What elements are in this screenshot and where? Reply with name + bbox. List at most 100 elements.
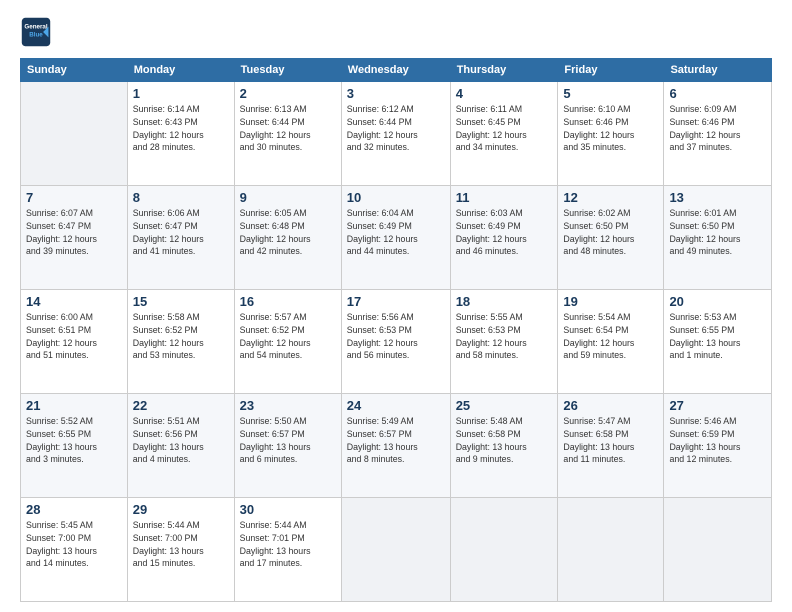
calendar-week-row: 14 Sunrise: 6:00 AM Sunset: 6:51 PM Dayli… <box>21 290 772 394</box>
calendar-cell: 11Sunrise: 6:03 AM Sunset: 6:49 PM Dayli… <box>450 186 558 290</box>
calendar-cell: 16 Sunrise: 5:57 AM Sunset: 6:52 PM Dayli… <box>234 290 341 394</box>
day-info: Sunrise: 5:46 AM Sunset: 6:59 PM Dayligh… <box>669 415 766 466</box>
svg-text:General: General <box>24 23 47 30</box>
day-number: 22 <box>133 398 229 413</box>
calendar-cell <box>450 498 558 602</box>
calendar-cell: 2 Sunrise: 6:13 AM Sunset: 6:44 PM Daylig… <box>234 82 341 186</box>
day-info: Sunrise: 5:45 AM Sunset: 7:00 PM Dayligh… <box>26 519 122 570</box>
day-info: Sunrise: 6:10 AM Sunset: 6:46 PM Dayligh… <box>563 103 658 154</box>
logo: General Blue <box>20 16 56 48</box>
calendar-cell: 9 Sunrise: 6:05 AM Sunset: 6:48 PM Daylig… <box>234 186 341 290</box>
day-info: Sunrise: 5:57 AM Sunset: 6:52 PM Dayligh… <box>240 311 336 362</box>
day-info: Sunrise: 6:06 AM Sunset: 6:47 PM Dayligh… <box>133 207 229 258</box>
calendar-cell: 14 Sunrise: 6:00 AM Sunset: 6:51 PM Dayli… <box>21 290 128 394</box>
day-number: 20 <box>669 294 766 309</box>
day-number: 2 <box>240 86 336 101</box>
day-number: 17 <box>347 294 445 309</box>
calendar-cell <box>664 498 772 602</box>
calendar-cell: 27 Sunrise: 5:46 AM Sunset: 6:59 PM Dayli… <box>664 394 772 498</box>
weekday-header: Saturday <box>664 59 772 82</box>
day-number: 7 <box>26 190 122 205</box>
calendar-cell: 15 Sunrise: 5:58 AM Sunset: 6:52 PM Dayli… <box>127 290 234 394</box>
day-info: Sunrise: 6:09 AM Sunset: 6:46 PM Dayligh… <box>669 103 766 154</box>
day-info: Sunrise: 6:12 AM Sunset: 6:44 PM Dayligh… <box>347 103 445 154</box>
day-number: 9 <box>240 190 336 205</box>
day-info: Sunrise: 6:11 AM Sunset: 6:45 PM Dayligh… <box>456 103 553 154</box>
calendar-cell: 1 Sunrise: 6:14 AM Sunset: 6:43 PM Daylig… <box>127 82 234 186</box>
day-number: 14 <box>26 294 122 309</box>
logo-icon: General Blue <box>20 16 52 48</box>
day-number: 24 <box>347 398 445 413</box>
day-info: Sunrise: 5:53 AM Sunset: 6:55 PM Dayligh… <box>669 311 766 362</box>
day-number: 26 <box>563 398 658 413</box>
day-info: Sunrise: 5:48 AM Sunset: 6:58 PM Dayligh… <box>456 415 553 466</box>
weekday-header: Friday <box>558 59 664 82</box>
calendar-cell: 3 Sunrise: 6:12 AM Sunset: 6:44 PM Daylig… <box>341 82 450 186</box>
day-number: 1 <box>133 86 229 101</box>
calendar-cell: 6 Sunrise: 6:09 AM Sunset: 6:46 PM Daylig… <box>664 82 772 186</box>
day-info: Sunrise: 6:03 AM Sunset: 6:49 PM Dayligh… <box>456 207 553 258</box>
day-info: Sunrise: 6:04 AM Sunset: 6:49 PM Dayligh… <box>347 207 445 258</box>
day-number: 29 <box>133 502 229 517</box>
svg-text:Blue: Blue <box>29 31 43 38</box>
day-number: 8 <box>133 190 229 205</box>
header: General Blue <box>20 16 772 48</box>
calendar-cell: 4 Sunrise: 6:11 AM Sunset: 6:45 PM Daylig… <box>450 82 558 186</box>
day-number: 4 <box>456 86 553 101</box>
day-number: 18 <box>456 294 553 309</box>
day-info: Sunrise: 5:49 AM Sunset: 6:57 PM Dayligh… <box>347 415 445 466</box>
day-info: Sunrise: 6:13 AM Sunset: 6:44 PM Dayligh… <box>240 103 336 154</box>
calendar-page: General Blue SundayMondayTuesdayWednesda… <box>0 0 792 612</box>
day-info: Sunrise: 5:50 AM Sunset: 6:57 PM Dayligh… <box>240 415 336 466</box>
day-info: Sunrise: 5:55 AM Sunset: 6:53 PM Dayligh… <box>456 311 553 362</box>
day-number: 21 <box>26 398 122 413</box>
calendar-week-row: 28 Sunrise: 5:45 AM Sunset: 7:00 PM Dayli… <box>21 498 772 602</box>
day-info: Sunrise: 6:05 AM Sunset: 6:48 PM Dayligh… <box>240 207 336 258</box>
weekday-header: Thursday <box>450 59 558 82</box>
day-number: 23 <box>240 398 336 413</box>
calendar-cell <box>558 498 664 602</box>
calendar-cell: 30 Sunrise: 5:44 AM Sunset: 7:01 PM Dayli… <box>234 498 341 602</box>
calendar-header-row: SundayMondayTuesdayWednesdayThursdayFrid… <box>21 59 772 82</box>
calendar-cell: 23 Sunrise: 5:50 AM Sunset: 6:57 PM Dayli… <box>234 394 341 498</box>
calendar-table: SundayMondayTuesdayWednesdayThursdayFrid… <box>20 58 772 602</box>
day-number: 16 <box>240 294 336 309</box>
day-number: 27 <box>669 398 766 413</box>
day-info: Sunrise: 5:47 AM Sunset: 6:58 PM Dayligh… <box>563 415 658 466</box>
calendar-week-row: 21Sunrise: 5:52 AM Sunset: 6:55 PM Dayli… <box>21 394 772 498</box>
calendar-cell: 5Sunrise: 6:10 AM Sunset: 6:46 PM Daylig… <box>558 82 664 186</box>
day-info: Sunrise: 6:07 AM Sunset: 6:47 PM Dayligh… <box>26 207 122 258</box>
calendar-cell: 21Sunrise: 5:52 AM Sunset: 6:55 PM Dayli… <box>21 394 128 498</box>
day-info: Sunrise: 6:14 AM Sunset: 6:43 PM Dayligh… <box>133 103 229 154</box>
calendar-cell: 25 Sunrise: 5:48 AM Sunset: 6:58 PM Dayli… <box>450 394 558 498</box>
day-info: Sunrise: 6:02 AM Sunset: 6:50 PM Dayligh… <box>563 207 658 258</box>
calendar-cell: 17 Sunrise: 5:56 AM Sunset: 6:53 PM Dayli… <box>341 290 450 394</box>
calendar-cell: 22 Sunrise: 5:51 AM Sunset: 6:56 PM Dayli… <box>127 394 234 498</box>
day-number: 10 <box>347 190 445 205</box>
day-number: 15 <box>133 294 229 309</box>
day-info: Sunrise: 5:51 AM Sunset: 6:56 PM Dayligh… <box>133 415 229 466</box>
weekday-header: Tuesday <box>234 59 341 82</box>
day-number: 30 <box>240 502 336 517</box>
day-number: 19 <box>563 294 658 309</box>
day-info: Sunrise: 6:00 AM Sunset: 6:51 PM Dayligh… <box>26 311 122 362</box>
calendar-cell: 20 Sunrise: 5:53 AM Sunset: 6:55 PM Dayli… <box>664 290 772 394</box>
day-number: 3 <box>347 86 445 101</box>
day-number: 25 <box>456 398 553 413</box>
calendar-cell <box>341 498 450 602</box>
calendar-cell: 29Sunrise: 5:44 AM Sunset: 7:00 PM Dayli… <box>127 498 234 602</box>
day-info: Sunrise: 5:54 AM Sunset: 6:54 PM Dayligh… <box>563 311 658 362</box>
calendar-cell: 8 Sunrise: 6:06 AM Sunset: 6:47 PM Daylig… <box>127 186 234 290</box>
calendar-cell: 24 Sunrise: 5:49 AM Sunset: 6:57 PM Dayli… <box>341 394 450 498</box>
weekday-header: Wednesday <box>341 59 450 82</box>
calendar-cell: 12Sunrise: 6:02 AM Sunset: 6:50 PM Dayli… <box>558 186 664 290</box>
day-number: 6 <box>669 86 766 101</box>
day-info: Sunrise: 5:58 AM Sunset: 6:52 PM Dayligh… <box>133 311 229 362</box>
day-info: Sunrise: 5:44 AM Sunset: 7:01 PM Dayligh… <box>240 519 336 570</box>
day-info: Sunrise: 6:01 AM Sunset: 6:50 PM Dayligh… <box>669 207 766 258</box>
calendar-cell: 26 Sunrise: 5:47 AM Sunset: 6:58 PM Dayli… <box>558 394 664 498</box>
calendar-week-row: 7 Sunrise: 6:07 AM Sunset: 6:47 PM Daylig… <box>21 186 772 290</box>
day-number: 28 <box>26 502 122 517</box>
calendar-cell: 18 Sunrise: 5:55 AM Sunset: 6:53 PM Dayli… <box>450 290 558 394</box>
day-info: Sunrise: 5:56 AM Sunset: 6:53 PM Dayligh… <box>347 311 445 362</box>
